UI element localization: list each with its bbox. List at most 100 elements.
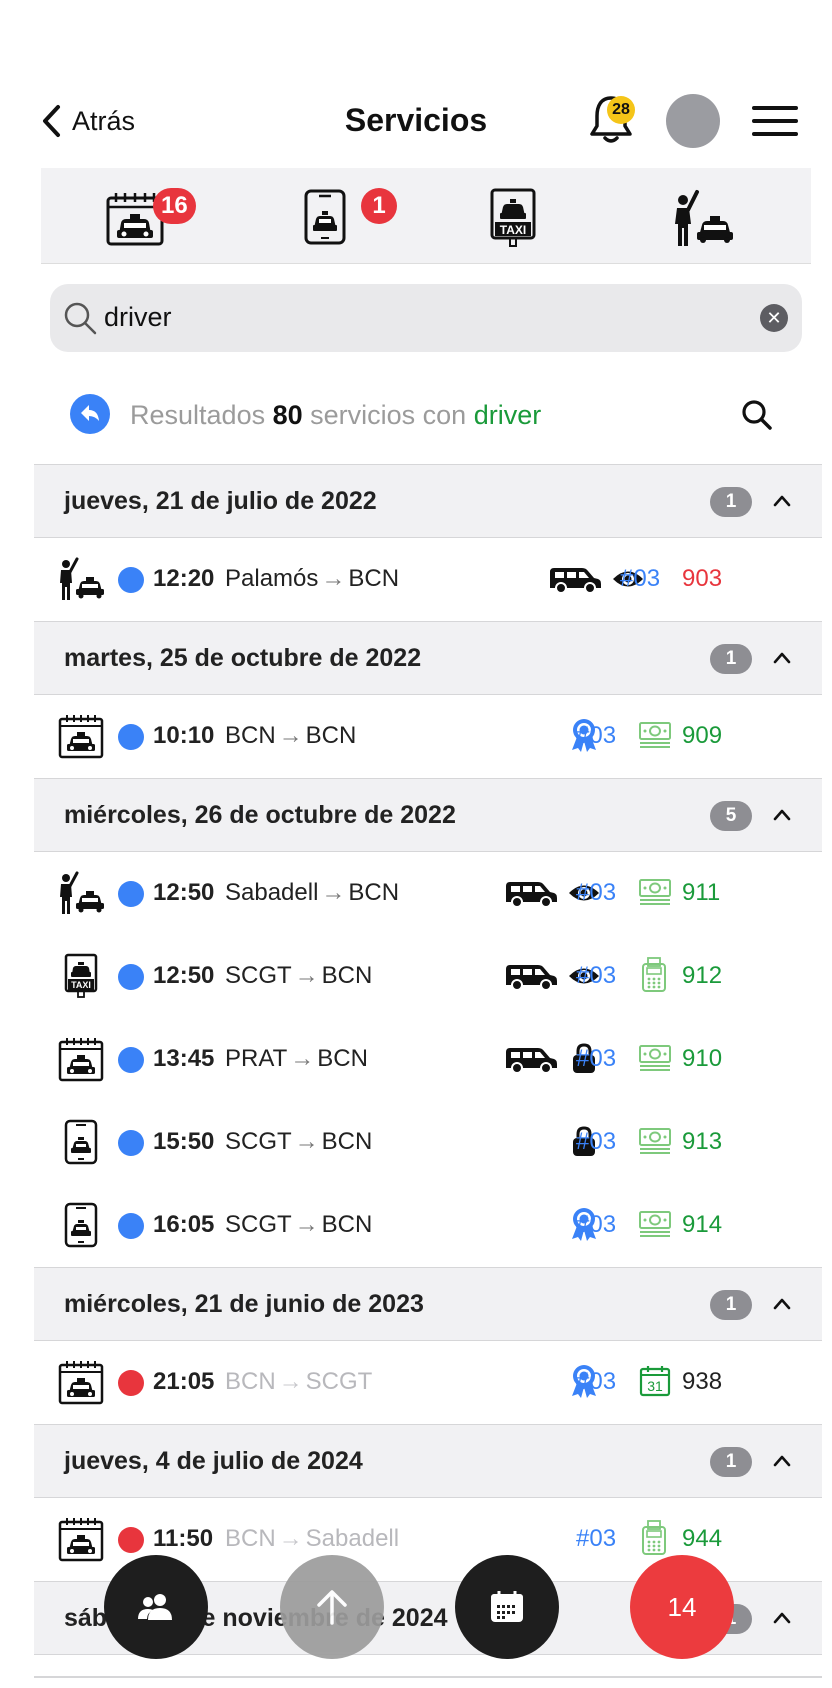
street-hail-taxi-icon xyxy=(58,870,104,916)
card-terminal-icon xyxy=(639,957,671,992)
reset-search-button[interactable] xyxy=(70,394,110,434)
route-destination: BCN xyxy=(321,1128,373,1155)
reply-arrow-icon xyxy=(81,405,99,421)
service-row[interactable]: 12:50 Sabadell → BCN #03 911 xyxy=(34,852,822,935)
status-dot xyxy=(118,724,144,750)
category-app[interactable]: 1 xyxy=(303,186,403,248)
phone-taxi-icon xyxy=(58,1119,104,1165)
route-destination: BCN xyxy=(317,1045,368,1072)
notifications-button[interactable]: 28 xyxy=(587,94,635,146)
vehicle-code: #03 xyxy=(576,962,617,989)
route-destination: BCN xyxy=(348,879,400,906)
avatar[interactable] xyxy=(666,94,720,148)
search-input[interactable]: driver xyxy=(104,302,172,333)
category-street-hail[interactable] xyxy=(671,186,735,248)
arrow-right-icon: → xyxy=(278,1368,303,1395)
street-hail-taxi-icon xyxy=(58,556,104,602)
street-hail-taxi-icon xyxy=(675,190,733,246)
calendar-taxi-icon xyxy=(58,1359,104,1405)
scroll-top-button[interactable] xyxy=(280,1555,384,1659)
cash-icon xyxy=(638,876,671,908)
van-icon xyxy=(504,1046,558,1074)
users-button[interactable] xyxy=(104,1555,208,1659)
results-keyword: driver xyxy=(473,400,542,430)
divider xyxy=(34,1676,822,1678)
status-dot xyxy=(118,1047,144,1073)
status-dot xyxy=(118,881,144,907)
status-dot xyxy=(118,1527,144,1553)
vehicle-code: #03 xyxy=(576,1128,617,1155)
arrow-right-icon: → xyxy=(294,1211,319,1238)
route-origin: SCGT xyxy=(225,1211,292,1238)
service-route: Sabadell → BCN xyxy=(225,879,399,907)
route-origin: SCGT xyxy=(225,1128,292,1155)
calendar-taxi-icon xyxy=(58,1516,104,1562)
taxi-stand-icon: TAXI xyxy=(58,953,104,999)
search-bar[interactable]: driver ✕ xyxy=(50,284,802,352)
service-row[interactable]: 10:10 BCN → BCN #03 909 xyxy=(34,695,822,778)
service-type-bar: 16 1 TAXI xyxy=(41,168,811,264)
service-number: 914 xyxy=(682,1211,723,1238)
service-time: 11:50 xyxy=(153,1525,214,1552)
chevron-up-icon[interactable] xyxy=(772,1608,792,1628)
service-time: 13:45 xyxy=(153,1045,215,1072)
service-route: BCN → BCN xyxy=(225,722,356,750)
service-number: 944 xyxy=(682,1525,723,1552)
chevron-up-icon[interactable] xyxy=(772,1294,792,1314)
van-icon xyxy=(504,963,558,991)
hamburger-menu-icon[interactable] xyxy=(752,106,798,136)
route-destination: SCGT xyxy=(305,1368,373,1395)
date-group-header[interactable]: martes, 25 de octubre de 2022 1 xyxy=(34,621,822,695)
card-terminal-icon xyxy=(639,1520,671,1555)
category-taxi-stand[interactable]: TAXI xyxy=(489,186,539,248)
status-dot xyxy=(118,567,144,593)
service-row[interactable]: 13:45 PRAT → BCN #03 910 xyxy=(34,1018,822,1101)
chevron-up-icon[interactable] xyxy=(772,648,792,668)
back-label: Atrás xyxy=(72,105,136,136)
service-row[interactable]: TAXI 12:50 SCGT → BCN #03 912 xyxy=(34,935,822,1018)
service-time: 12:50 xyxy=(153,962,215,989)
chevron-up-icon[interactable] xyxy=(772,491,792,511)
pending-count-button[interactable]: 14 xyxy=(630,1555,734,1659)
svg-text:31: 31 xyxy=(647,1378,663,1394)
date-group-header[interactable]: jueves, 4 de julio de 2024 1 xyxy=(34,1424,822,1498)
date-group-title: miércoles, 21 de junio de 2023 xyxy=(64,1290,424,1318)
date-group-count: 1 xyxy=(710,1290,752,1320)
date-group-header[interactable]: jueves, 21 de julio de 2022 1 xyxy=(34,464,822,538)
phone-taxi-icon xyxy=(304,189,346,245)
date-group-count: 1 xyxy=(710,487,752,517)
van-icon xyxy=(504,880,558,908)
service-number: 911 xyxy=(682,879,721,906)
route-destination: BCN xyxy=(321,1211,373,1238)
date-group-count: 5 xyxy=(710,801,752,831)
route-origin: BCN xyxy=(225,722,276,749)
service-row[interactable]: 21:05 BCN → SCGT #03 31 938 xyxy=(34,1341,822,1424)
date-group-title: martes, 25 de octubre de 2022 xyxy=(64,644,422,672)
route-origin: PRAT xyxy=(225,1045,288,1072)
clear-search-icon[interactable]: ✕ xyxy=(760,304,788,332)
chevron-up-icon[interactable] xyxy=(772,805,792,825)
service-row[interactable]: 15:50 SCGT → BCN #03 913 xyxy=(34,1101,822,1184)
service-row[interactable]: 16:05 SCGT → BCN #03 914 xyxy=(34,1184,822,1267)
service-row[interactable]: 12:20 Palamós → BCN #03 903 xyxy=(34,538,822,621)
calendar-button[interactable] xyxy=(455,1555,559,1659)
service-time: 15:50 xyxy=(153,1128,215,1155)
date-group-count: 1 xyxy=(710,644,752,674)
vehicle-code: #03 xyxy=(576,879,617,906)
service-route: SCGT → BCN xyxy=(225,962,372,990)
arrow-right-icon: → xyxy=(294,962,319,989)
category-scheduled[interactable]: 16 xyxy=(105,186,215,248)
service-time: 12:20 xyxy=(153,565,215,592)
back-button[interactable]: Atrás xyxy=(40,104,135,138)
chevron-up-icon[interactable] xyxy=(772,1451,792,1471)
date-group-header[interactable]: miércoles, 21 de junio de 2023 1 xyxy=(34,1267,822,1341)
app-header: Atrás Servicios 28 xyxy=(0,90,832,154)
service-number: 903 xyxy=(682,565,723,592)
category-badge: 16 xyxy=(153,188,196,224)
van-icon xyxy=(548,566,602,594)
status-dot xyxy=(118,1213,144,1239)
search-icon[interactable] xyxy=(740,398,774,432)
calendar-icon xyxy=(491,1591,523,1622)
notifications-badge: 28 xyxy=(607,96,635,124)
date-group-header[interactable]: miércoles, 26 de octubre de 2022 5 xyxy=(34,778,822,852)
